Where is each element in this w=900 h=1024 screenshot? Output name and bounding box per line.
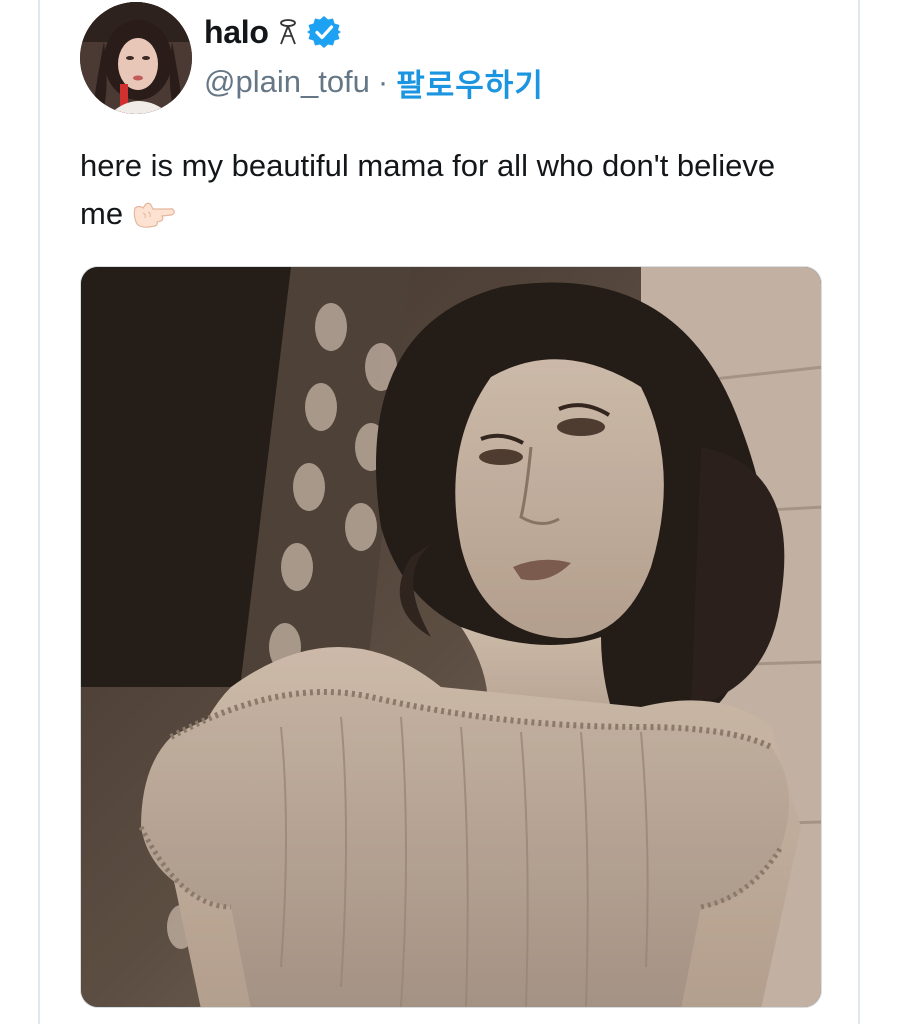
tweet-card: halo @plain_tofu · 팔로우하기 here is my beau… bbox=[38, 0, 860, 1024]
separator-dot: · bbox=[377, 64, 389, 99]
verified-badge-icon bbox=[306, 16, 341, 48]
sepia-portrait-photo bbox=[81, 267, 821, 1007]
tweet-text: here is my beautiful mama for all who do… bbox=[80, 142, 820, 238]
author-handle-row: @plain_tofu · 팔로우하기 bbox=[204, 60, 544, 105]
user-handle[interactable]: @plain_tofu bbox=[204, 64, 370, 100]
halo-hanging-icon bbox=[279, 19, 296, 45]
avatar[interactable] bbox=[80, 2, 192, 114]
follow-button[interactable]: 팔로우하기 bbox=[396, 60, 544, 105]
tweet-photo[interactable] bbox=[80, 266, 822, 1008]
pointing-hand-icon bbox=[133, 202, 175, 228]
avatar-image bbox=[80, 2, 192, 114]
tweet-body: here is my beautiful mama for all who do… bbox=[80, 148, 776, 231]
author-name-row: halo bbox=[204, 12, 341, 52]
display-name[interactable]: halo bbox=[204, 14, 269, 51]
